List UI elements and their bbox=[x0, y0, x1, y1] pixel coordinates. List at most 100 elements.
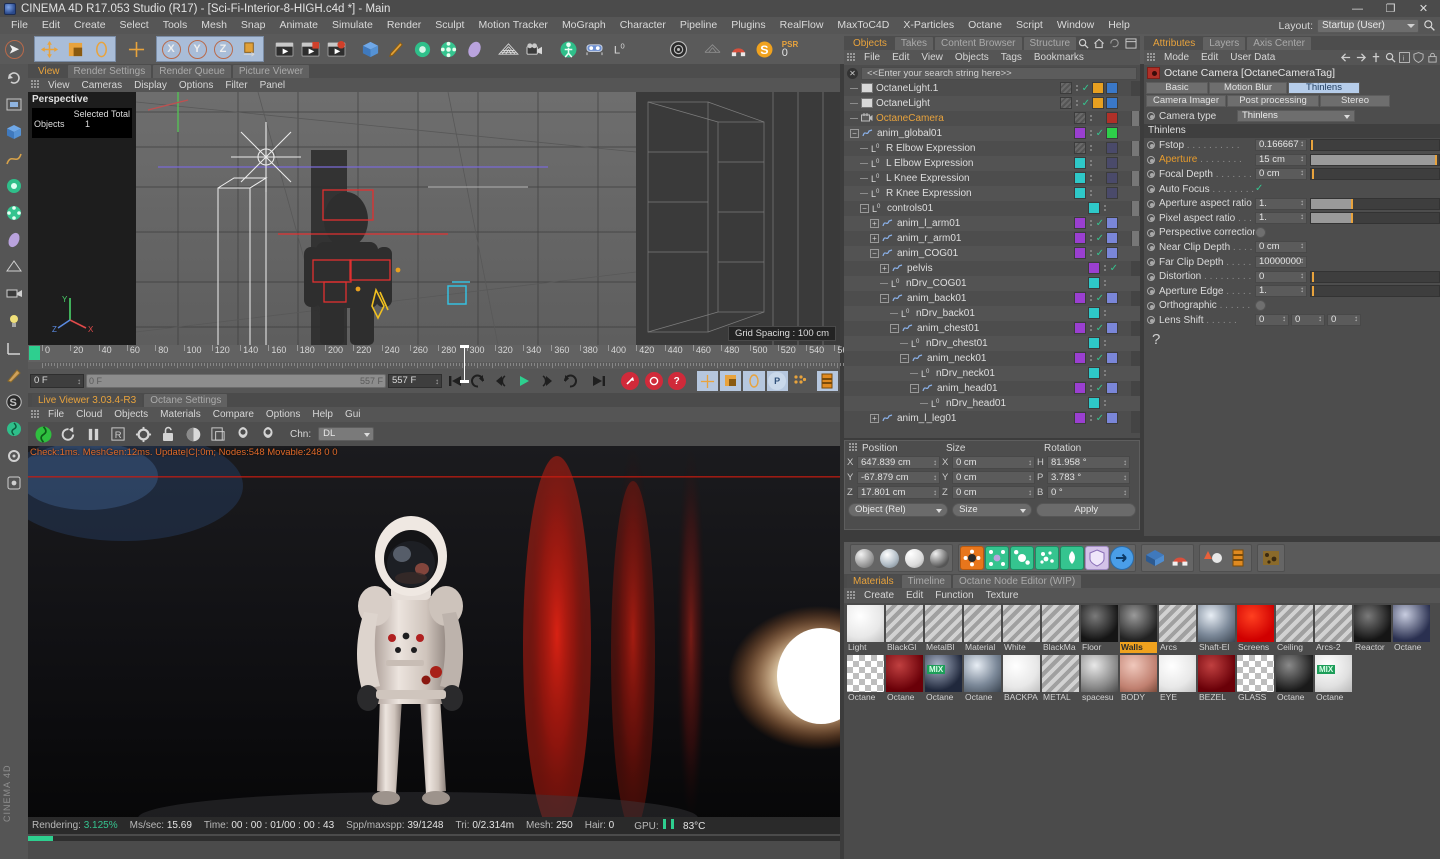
menu-plugins[interactable]: Plugins bbox=[724, 17, 772, 34]
object-row[interactable]: − anim_COG01 ✓ bbox=[844, 246, 1140, 261]
menu-snap[interactable]: Snap bbox=[234, 17, 273, 34]
object-color-tag[interactable] bbox=[1088, 307, 1100, 319]
radio-icon[interactable] bbox=[1147, 112, 1155, 120]
object-row[interactable]: − anim_chest01 ✓ bbox=[844, 321, 1140, 336]
lv-menu-cloud[interactable]: Cloud bbox=[70, 409, 108, 420]
object-row[interactable]: L0R Elbow Expression bbox=[844, 141, 1140, 156]
region-render-icon[interactable]: R bbox=[107, 423, 129, 445]
viewport-canvas[interactable]: Y X Z bbox=[28, 92, 840, 345]
stepper-icon[interactable]: ↕ bbox=[1300, 256, 1304, 266]
collapse-icon[interactable]: − bbox=[860, 204, 869, 213]
object-color-tag[interactable] bbox=[1073, 232, 1086, 244]
property-field-near-clip-depth[interactable]: 0 cm ↕ bbox=[1255, 241, 1307, 254]
tab-live-viewer-3-03-4-r3[interactable]: Live Viewer 3.03.4-R3 bbox=[32, 394, 143, 407]
menu-help[interactable]: Help bbox=[1101, 17, 1137, 34]
visibility-dots[interactable] bbox=[1088, 217, 1094, 229]
property-radio-icon[interactable] bbox=[1147, 258, 1155, 267]
tab-materials[interactable]: Materials bbox=[847, 575, 900, 588]
current-frame-field[interactable]: 0 F ↕ bbox=[30, 374, 84, 388]
stepper-icon[interactable]: ↕ bbox=[1300, 212, 1304, 222]
minimize-button[interactable]: — bbox=[1341, 0, 1374, 17]
copy-frame-icon[interactable] bbox=[207, 423, 229, 445]
material-item[interactable]: EYE bbox=[1159, 655, 1196, 703]
property-radio-icon[interactable] bbox=[1147, 185, 1155, 194]
menu-realflow[interactable]: RealFlow bbox=[773, 17, 831, 34]
collapse-icon[interactable]: − bbox=[910, 384, 919, 393]
material-sphere-1[interactable] bbox=[852, 546, 876, 570]
camera-object-button[interactable] bbox=[521, 36, 547, 62]
render-view-button[interactable] bbox=[271, 36, 297, 62]
object-row[interactable]: L 0 nDrv_back01 bbox=[844, 306, 1140, 321]
expand-icon[interactable]: + bbox=[870, 219, 879, 228]
tool-environment[interactable] bbox=[0, 253, 28, 280]
material-item[interactable]: Octane bbox=[1393, 605, 1430, 653]
property-radio-icon[interactable] bbox=[1147, 228, 1155, 237]
stepper-icon[interactable]: ↕ bbox=[933, 472, 937, 483]
object-tag-icon[interactable] bbox=[1106, 157, 1118, 169]
menu-file[interactable]: File bbox=[4, 17, 35, 34]
slider-knob[interactable] bbox=[1312, 169, 1315, 180]
help-question-icon[interactable]: ? bbox=[1144, 328, 1440, 348]
property-radio-icon[interactable] bbox=[1147, 155, 1155, 164]
psr-button[interactable]: PSR 0 bbox=[777, 36, 803, 62]
channel-dropdown[interactable]: DL bbox=[318, 427, 375, 441]
object-color-tag[interactable] bbox=[1087, 262, 1100, 274]
anim-parameter-button[interactable]: P bbox=[766, 371, 788, 391]
expand-icon[interactable]: + bbox=[870, 234, 879, 243]
material-item[interactable]: BEZEL bbox=[1198, 655, 1235, 703]
material-item[interactable]: spacesu bbox=[1081, 655, 1118, 703]
object-color-tag[interactable] bbox=[1088, 397, 1100, 409]
object-row[interactable]: + anim_l_leg01 ✓ bbox=[844, 411, 1140, 426]
tool-render-region[interactable] bbox=[0, 91, 28, 118]
collapse-icon[interactable]: − bbox=[880, 294, 889, 303]
material-item[interactable]: METAL bbox=[1042, 655, 1079, 703]
object-color-tag[interactable] bbox=[1088, 202, 1100, 214]
object-row[interactable]: − anim_global01 ✓ bbox=[844, 126, 1140, 141]
octane-scatter-button[interactable] bbox=[1035, 546, 1059, 570]
material-item[interactable]: GLASS bbox=[1237, 655, 1274, 703]
stepper-icon[interactable]: ↕ bbox=[1123, 487, 1127, 498]
attr-tab-thinlens[interactable]: Thinlens bbox=[1288, 82, 1360, 94]
focus-picker-icon[interactable] bbox=[232, 423, 254, 445]
tool-light[interactable] bbox=[0, 307, 28, 334]
om-menu-bookmarks[interactable]: Bookmarks bbox=[1028, 52, 1090, 63]
tool-camera[interactable] bbox=[0, 280, 28, 307]
deformer-button[interactable] bbox=[435, 36, 461, 62]
property-slider-distortion[interactable] bbox=[1310, 270, 1440, 283]
enabled-check-icon[interactable]: ✓ bbox=[1096, 413, 1104, 424]
am-menu-mode[interactable]: Mode bbox=[1158, 52, 1195, 63]
object-row[interactable]: OctaneCamera bbox=[844, 111, 1140, 126]
object-row[interactable]: − L 0 controls01 bbox=[844, 201, 1140, 216]
object-tag-icon[interactable] bbox=[1106, 127, 1118, 139]
menu-window[interactable]: Window bbox=[1050, 17, 1101, 34]
visibility-dots[interactable] bbox=[1102, 307, 1108, 319]
enabled-check-icon[interactable]: ✓ bbox=[1096, 248, 1104, 259]
property-field-lens-shift-0[interactable]: 0 ↕ bbox=[1255, 314, 1289, 327]
object-color-tag[interactable] bbox=[1059, 82, 1072, 94]
position-y-field[interactable]: -67.879 cm ↕ bbox=[857, 471, 940, 484]
expand-icon[interactable]: + bbox=[870, 414, 879, 423]
visibility-dots[interactable] bbox=[1088, 322, 1094, 334]
material-thumbnail[interactable] bbox=[1315, 605, 1352, 642]
tab-picture-viewer[interactable]: Picture Viewer bbox=[232, 65, 310, 78]
lv-menu-options[interactable]: Options bbox=[260, 409, 306, 420]
material-thumbnail[interactable] bbox=[1120, 655, 1157, 692]
max-frame-field[interactable]: 557 F ↕ bbox=[387, 374, 442, 388]
coordinate-system-button[interactable] bbox=[236, 36, 262, 62]
om-menu-view[interactable]: View bbox=[915, 52, 949, 63]
enabled-check-icon[interactable]: ✓ bbox=[1096, 383, 1104, 394]
playhead[interactable] bbox=[464, 345, 465, 383]
material-item[interactable]: Arcs-2 bbox=[1315, 605, 1352, 653]
material-item[interactable]: Material bbox=[964, 605, 1001, 653]
record-active-objects-button[interactable] bbox=[620, 371, 641, 391]
layout-dropdown[interactable]: Startup (User) bbox=[1317, 18, 1419, 33]
lv-menu-file[interactable]: File bbox=[42, 409, 70, 420]
object-row[interactable]: L0L Knee Expression bbox=[844, 171, 1140, 186]
enabled-check-icon[interactable]: ✓ bbox=[1096, 233, 1104, 244]
material-thumbnail[interactable] bbox=[1159, 605, 1196, 642]
autokeying-button[interactable] bbox=[643, 371, 664, 391]
viewport-menu-options[interactable]: Options bbox=[173, 80, 219, 91]
coordinate-mode-dropdown[interactable]: Object (Rel) bbox=[848, 503, 949, 517]
object-row[interactable]: + pelvis ✓ bbox=[844, 261, 1140, 276]
material-item[interactable]: Octane bbox=[964, 655, 1001, 703]
